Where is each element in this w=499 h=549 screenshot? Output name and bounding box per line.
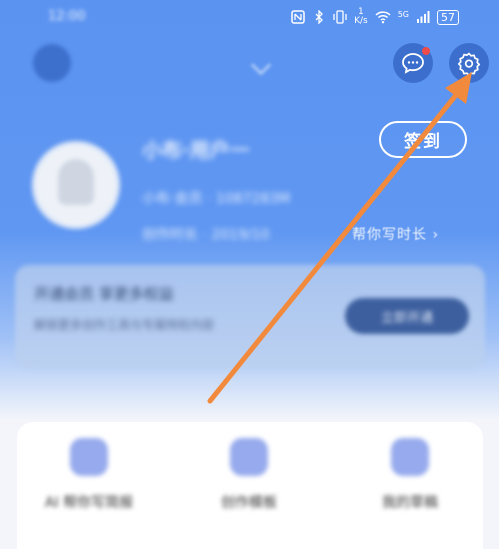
- annotation-arrow: [207, 72, 472, 404]
